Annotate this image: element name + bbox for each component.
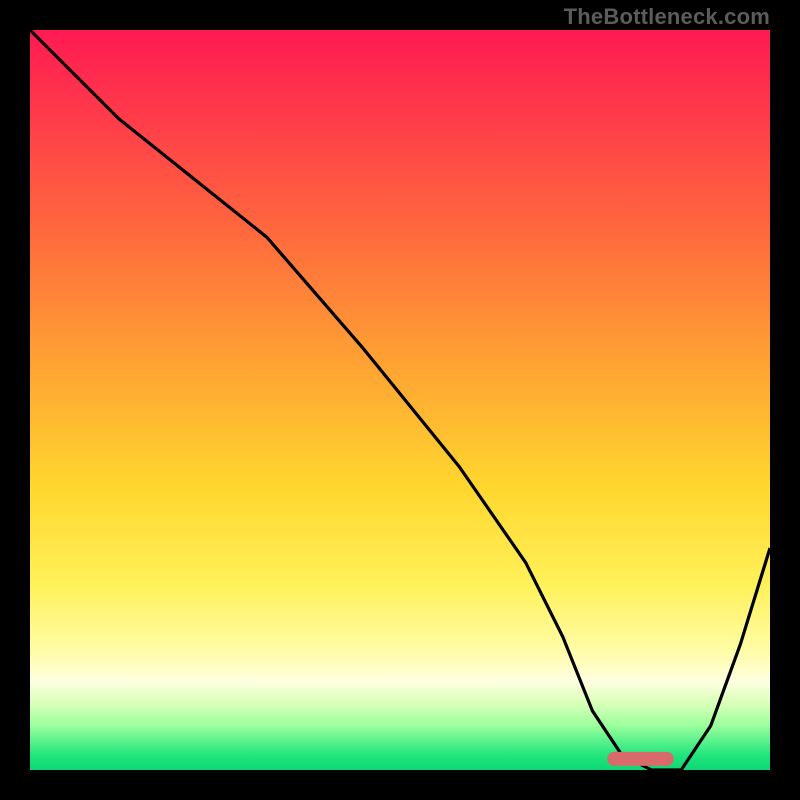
- chart-frame: TheBottleneck.com: [0, 0, 800, 800]
- watermark-text: TheBottleneck.com: [564, 4, 770, 30]
- plot-area: [30, 30, 770, 770]
- curve-overlay: [30, 30, 770, 770]
- bottleneck-curve: [30, 30, 770, 770]
- optimal-marker: [607, 752, 674, 766]
